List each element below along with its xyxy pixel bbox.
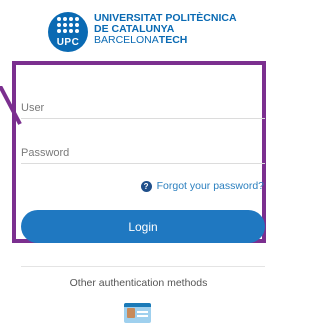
university-name: UNIVERSITAT POLITÈCNICA DE CATALUNYA BAR… [94, 13, 237, 46]
logo-dots [57, 17, 79, 35]
university-name-city: BARCELONA [94, 34, 159, 46]
other-auth-label: Other authentication methods [69, 277, 208, 289]
forgot-password-link[interactable]: ? Forgot your password? [140, 180, 264, 192]
password-input[interactable] [21, 143, 265, 163]
university-name-line3: BARCELONATECH [94, 35, 237, 46]
university-logo: UPC UNIVERSITAT POLITÈCNICA DE CATALUNYA… [48, 12, 268, 52]
forgot-password-label: Forgot your password? [156, 180, 264, 192]
university-name-tech: TECH [158, 34, 188, 46]
user-field[interactable] [21, 98, 265, 119]
divider [21, 266, 265, 267]
user-input[interactable] [21, 98, 265, 118]
upc-logo-mark: UPC [48, 12, 88, 52]
question-icon: ? [140, 180, 152, 192]
logo-upc-text: UPC [56, 37, 80, 48]
id-card-icon[interactable] [124, 303, 151, 323]
password-field[interactable] [21, 143, 265, 164]
login-button[interactable]: Login [21, 210, 265, 243]
